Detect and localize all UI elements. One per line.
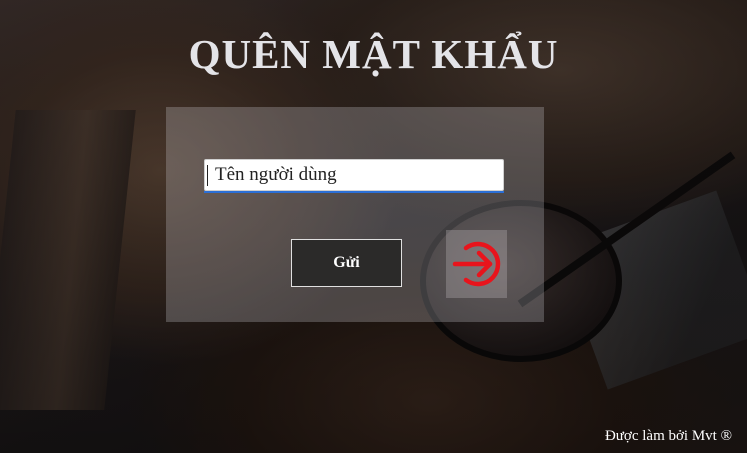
page-title: QUÊN MẬT KHẨU <box>188 31 559 77</box>
login-button[interactable] <box>446 230 507 298</box>
text-cursor <box>207 165 208 186</box>
submit-button[interactable]: Gửi <box>291 239 402 287</box>
input-focus-underline <box>204 191 504 193</box>
username-input[interactable] <box>204 159 504 191</box>
footer-credit: Được làm bởi Mvt ® <box>604 428 732 444</box>
sign-in-icon <box>452 241 500 287</box>
